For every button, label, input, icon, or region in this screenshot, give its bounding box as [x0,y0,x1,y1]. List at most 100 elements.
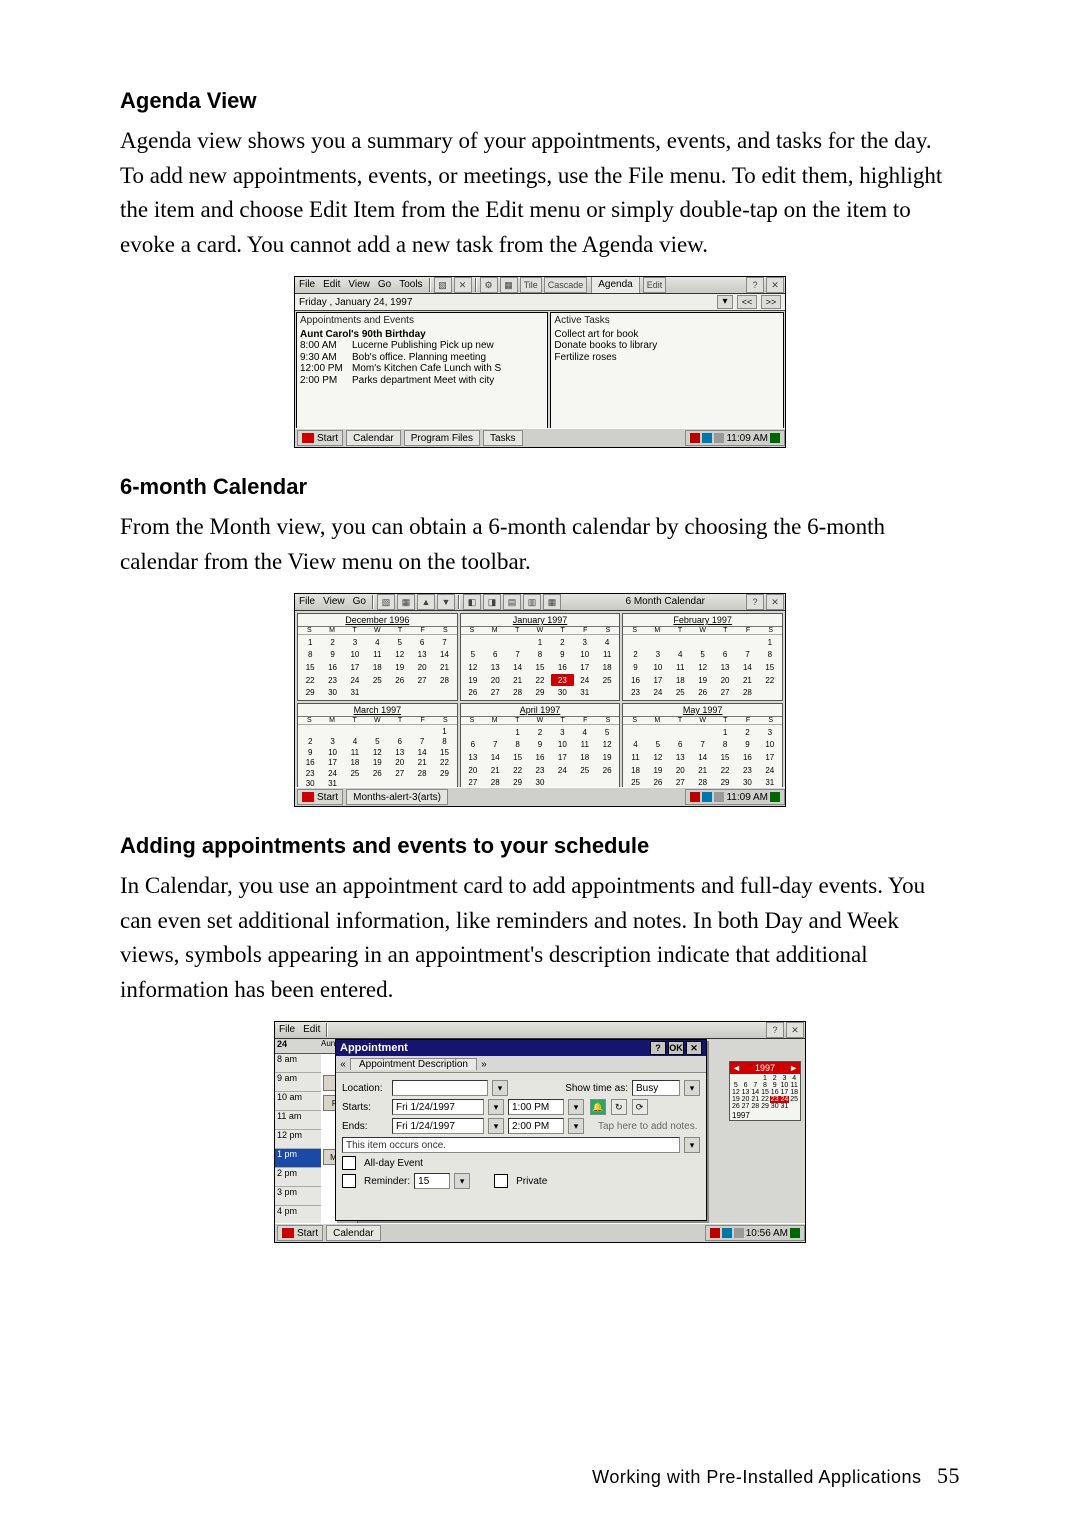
menu-file[interactable]: File [275,1022,299,1038]
toolbar-icon[interactable]: ▼ [437,594,455,610]
appointment-row[interactable]: 12:00 PMMom's Kitchen Cafe Lunch with S [300,363,544,375]
taskbar-app[interactable]: Calendar [326,1225,381,1241]
starts-time-input[interactable]: 1:00 PM [508,1099,564,1115]
toolbar-icon[interactable]: ✕ [454,277,472,293]
date-dropdown[interactable]: ▾ [717,295,733,309]
ends-time-dropdown[interactable]: ▾ [568,1118,584,1134]
mini-calendar[interactable]: ◄ 1997 ► 1234567891011121314151617181920… [729,1061,801,1121]
tray-icon[interactable] [702,433,712,443]
menu-file[interactable]: File [295,594,319,610]
close-icon[interactable]: ✕ [766,594,784,610]
toolbar-icon[interactable]: ▦ [543,594,561,610]
time-slot[interactable]: 3 pm [275,1187,321,1206]
location-dropdown[interactable]: ▾ [492,1080,508,1096]
tray-icon[interactable] [770,792,780,802]
task-row[interactable]: Fertilize roses [554,352,780,364]
allday-checkbox[interactable] [342,1156,356,1170]
ends-time-input[interactable]: 2:00 PM [508,1118,564,1134]
reminder-dropdown[interactable]: ▾ [454,1173,470,1189]
taskbar-app[interactable]: Months-alert-3(arts) [346,789,448,805]
tab-appointment-description[interactable]: Appointment Description [350,1058,477,1070]
tray-icon[interactable] [702,792,712,802]
minical-next[interactable]: ► [789,1062,798,1074]
prev-day-button[interactable]: << [737,295,757,309]
close-icon[interactable]: ✕ [766,277,784,293]
tray-icon[interactable] [690,433,700,443]
month-panel[interactable]: March 1997SMTWTFS12345678910111213141516… [297,703,458,791]
tab-prev-button[interactable]: « [336,1059,350,1070]
reminder-checkbox[interactable] [342,1174,356,1188]
toolbar-icon[interactable]: ▥ [523,594,541,610]
appointment-row[interactable]: 9:30 AMBob's office. Planning meeting [300,352,544,364]
time-slot[interactable]: 1 pm [275,1149,321,1168]
time-slot[interactable]: 10 am [275,1092,321,1111]
start-button[interactable]: Start [277,1225,323,1241]
card-help-button[interactable]: ? [650,1041,666,1055]
agenda-mode-label[interactable]: Agenda [591,277,639,294]
toolbar-icon[interactable]: ▧ [377,594,395,610]
start-button[interactable]: Start [297,789,343,805]
menu-go[interactable]: Go [374,277,395,293]
next-day-button[interactable]: >> [761,295,781,309]
tray-icon[interactable] [734,1228,744,1238]
tray-icon[interactable] [722,1228,732,1238]
appointment-row[interactable]: 2:00 PMParks department Meet with city [300,375,544,387]
starts-date-dropdown[interactable]: ▾ [488,1099,504,1115]
tile-button[interactable]: Tile [520,277,542,293]
tray-icon[interactable] [714,792,724,802]
time-slot[interactable]: 9 am [275,1073,321,1092]
starts-time-dropdown[interactable]: ▾ [568,1099,584,1115]
edit-button[interactable]: Edit [643,277,667,293]
taskbar-tasks[interactable]: Tasks [483,430,523,446]
menu-edit[interactable]: Edit [299,1022,324,1038]
starts-date-input[interactable]: Fri 1/24/1997 [392,1099,484,1115]
private-checkbox[interactable] [494,1174,508,1188]
start-button[interactable]: Start [297,430,343,446]
time-slot[interactable]: 11 am [275,1111,321,1130]
toolbar-icon[interactable]: ⚙ [480,277,498,293]
help-icon[interactable]: ? [746,594,764,610]
month-panel[interactable]: January 1997SMTWTFS123456789101112131415… [460,613,621,701]
tray-icon[interactable] [790,1228,800,1238]
task-row[interactable]: Donate books to library [554,340,780,352]
cascade-button[interactable]: Cascade [544,277,588,293]
toolbar-icon[interactable]: ▧ [434,277,452,293]
menu-view[interactable]: View [344,277,374,293]
help-icon[interactable]: ? [746,277,764,293]
toolbar-icon[interactable]: ▤ [503,594,521,610]
ends-date-input[interactable]: Fri 1/24/1997 [392,1118,484,1134]
month-panel[interactable]: December 1996SMTWTFS12345678910111213141… [297,613,458,701]
toolbar-icon[interactable]: ▲ [417,594,435,610]
month-panel[interactable]: May 1997SMTWTFS1234567891011121314151617… [622,703,783,791]
toolbar-icon[interactable]: ◧ [463,594,481,610]
minical-grid[interactable]: 1234567891011121314151617181920212223242… [730,1074,800,1111]
recurrence-dropdown[interactable]: ▾ [684,1137,700,1153]
card-ok-button[interactable]: OK [668,1041,684,1055]
time-slot[interactable]: 8 am [275,1054,321,1073]
showtime-input[interactable]: Busy [632,1080,680,1096]
minical-prev[interactable]: ◄ [732,1062,741,1074]
tray-icon[interactable] [710,1228,720,1238]
toolbar-icon[interactable]: ◨ [483,594,501,610]
help-icon[interactable]: ? [766,1022,784,1038]
time-slot[interactable]: 12 pm [275,1130,321,1149]
notes-hint[interactable]: Tap here to add notes. [598,1121,698,1132]
tray-icon[interactable] [690,792,700,802]
menu-tools[interactable]: Tools [395,277,426,293]
appointment-row[interactable]: 8:00 AMLucerne Publishing Pick up new [300,340,544,352]
reminder-bell-icon[interactable]: 🔔 [590,1099,606,1115]
menu-edit[interactable]: Edit [319,277,344,293]
taskbar-app[interactable]: Program Files [404,430,480,446]
reminder-value-input[interactable]: 15 [414,1173,450,1189]
month-panel[interactable]: April 1997SMTWTFS12345678910111213141516… [460,703,621,791]
menu-view[interactable]: View [319,594,349,610]
recurrence-icon[interactable]: ⟳ [632,1099,648,1115]
all-day-event[interactable]: Aunt Carol's 90th Birthday [300,329,544,341]
menu-file[interactable]: File [295,277,319,293]
close-icon[interactable]: ✕ [786,1022,804,1038]
time-slot[interactable]: 2 pm [275,1168,321,1187]
move-icon[interactable]: ↻ [611,1099,627,1115]
location-input[interactable] [392,1080,488,1096]
tab-next-button[interactable]: » [477,1059,491,1070]
showtime-dropdown[interactable]: ▾ [684,1080,700,1096]
